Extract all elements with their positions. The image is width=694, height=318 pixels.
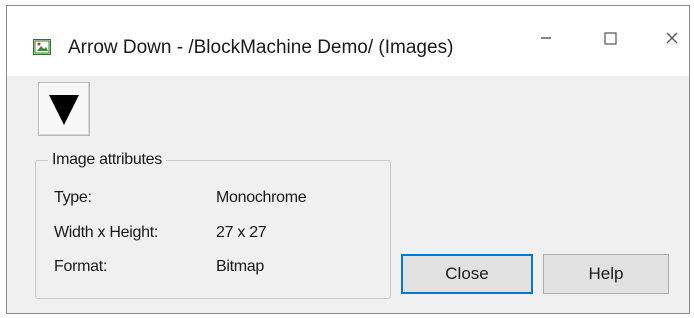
title-bar[interactable]: Arrow Down - /BlockMachine Demo/ (Images…	[7, 6, 689, 76]
format-label: Format:	[54, 258, 108, 275]
close-button[interactable]: Close	[401, 254, 533, 294]
minimize-button[interactable]	[519, 20, 573, 56]
image-preview	[38, 82, 90, 136]
dimensions-label: Width x Height:	[54, 224, 158, 241]
arrow-down-icon	[49, 95, 79, 125]
image-properties-dialog: Arrow Down - /BlockMachine Demo/ (Images…	[6, 5, 690, 314]
help-button[interactable]: Help	[543, 254, 669, 294]
group-legend: Image attributes	[48, 151, 166, 169]
maximize-button[interactable]	[583, 20, 637, 56]
minimize-icon	[541, 37, 551, 39]
dimensions-value: 27 x 27	[216, 224, 267, 241]
format-value: Bitmap	[216, 258, 264, 275]
type-label: Type:	[54, 189, 92, 206]
maximize-icon	[603, 31, 617, 45]
window-title: Arrow Down - /BlockMachine Demo/ (Images…	[68, 37, 454, 58]
type-value: Monochrome	[216, 189, 307, 206]
close-icon	[666, 32, 678, 44]
image-app-icon	[33, 39, 51, 55]
close-window-button[interactable]	[645, 20, 694, 56]
